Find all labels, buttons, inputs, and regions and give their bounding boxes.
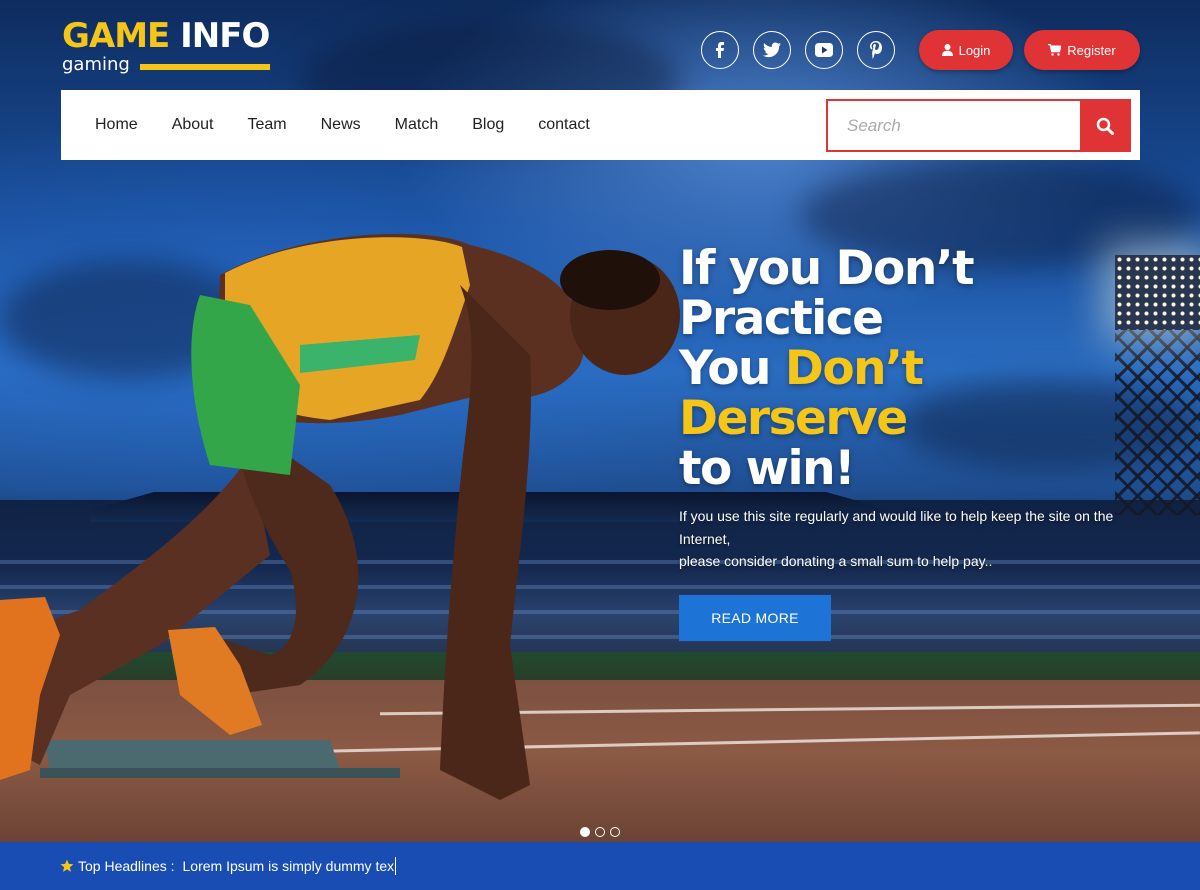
youtube-icon bbox=[815, 43, 833, 57]
social-links bbox=[701, 31, 895, 69]
ticker-text[interactable]: Lorem Ipsum is simply dummy tex bbox=[183, 858, 395, 874]
read-more-button[interactable]: READ MORE bbox=[679, 595, 831, 641]
pinterest-icon bbox=[870, 41, 882, 59]
slider-dot-1[interactable] bbox=[580, 827, 590, 837]
logo-subtitle-text: gaming bbox=[62, 54, 130, 75]
nav-menu: Home About Team News Match Blog contact bbox=[95, 90, 624, 160]
headline-line-4: Derserve bbox=[679, 391, 908, 446]
nav-item-home[interactable]: Home bbox=[95, 116, 138, 134]
main-navbar: Home About Team News Match Blog contact bbox=[61, 90, 1140, 160]
site-logo[interactable]: GAME INFO gaming bbox=[62, 18, 270, 75]
nav-item-news[interactable]: News bbox=[321, 116, 361, 134]
twitter-link[interactable] bbox=[753, 31, 791, 69]
nav-item-contact[interactable]: contact bbox=[538, 116, 590, 134]
search-box bbox=[826, 99, 1131, 152]
hero-description-line-2: please consider donating a small sum to … bbox=[679, 553, 993, 569]
logo-title: GAME INFO bbox=[62, 18, 270, 54]
cart-icon bbox=[1048, 44, 1062, 56]
pinterest-link[interactable] bbox=[857, 31, 895, 69]
register-button[interactable]: Register bbox=[1024, 30, 1140, 70]
logo-underline bbox=[139, 63, 270, 70]
ticker-label-text: Top Headlines : bbox=[78, 858, 175, 874]
youtube-link[interactable] bbox=[805, 31, 843, 69]
search-icon bbox=[1096, 117, 1114, 135]
nav-item-about[interactable]: About bbox=[172, 116, 214, 134]
hero-description: If you use this site regularly and would… bbox=[679, 505, 1139, 573]
user-icon bbox=[941, 44, 953, 56]
headline-line-3: You Don’t bbox=[679, 344, 1139, 394]
athlete-image bbox=[0, 233, 680, 800]
hero-headline: If you Don’t Practice You Don’t Derserve… bbox=[679, 244, 1139, 494]
register-label: Register bbox=[1067, 42, 1116, 58]
headline-line-5: to win! bbox=[679, 441, 856, 496]
login-button[interactable]: Login bbox=[919, 30, 1013, 70]
star-icon bbox=[60, 859, 74, 872]
ticker-label: Top Headlines : bbox=[60, 858, 175, 874]
slider-dots bbox=[580, 827, 620, 837]
hero-description-line-1: If you use this site regularly and would… bbox=[679, 508, 1114, 547]
search-button[interactable] bbox=[1080, 101, 1129, 150]
nav-item-match[interactable]: Match bbox=[395, 116, 439, 134]
ticker-cursor bbox=[395, 857, 397, 875]
login-label: Login bbox=[958, 42, 991, 58]
headline-ticker: Top Headlines : Lorem Ipsum is simply du… bbox=[0, 842, 1200, 890]
twitter-icon bbox=[763, 42, 781, 58]
logo-title-info: INFO bbox=[180, 16, 270, 56]
slider-dot-2[interactable] bbox=[595, 827, 605, 837]
nav-item-blog[interactable]: Blog bbox=[472, 116, 504, 134]
slider-dot-3[interactable] bbox=[610, 827, 620, 837]
headline-line-3-yellow: Don’t bbox=[784, 341, 924, 396]
facebook-icon bbox=[716, 42, 724, 58]
logo-title-game: GAME bbox=[62, 16, 170, 56]
headline-line-1: If you Don’t bbox=[679, 241, 975, 296]
logo-subtitle: gaming bbox=[62, 54, 270, 75]
headline-line-2: Practice bbox=[679, 291, 884, 346]
nav-item-team[interactable]: Team bbox=[248, 116, 287, 134]
headline-line-3-white: You bbox=[679, 341, 785, 396]
facebook-link[interactable] bbox=[701, 31, 739, 69]
search-input[interactable] bbox=[828, 101, 1082, 150]
